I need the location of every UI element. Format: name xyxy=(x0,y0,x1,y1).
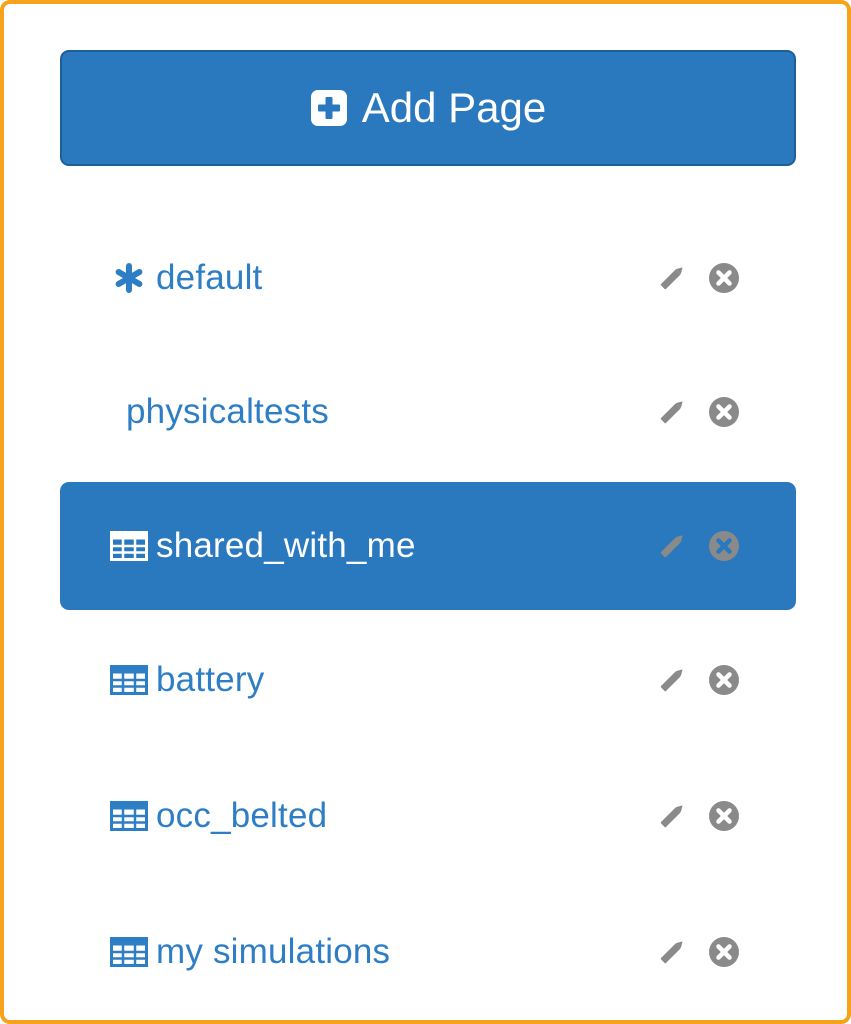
page-item-label: physicaltests xyxy=(126,392,329,431)
page-list-panel: Add Page default physicaltests shared_wi… xyxy=(0,0,851,1024)
page-item-label: occ_belted xyxy=(156,796,328,835)
pencil-icon[interactable] xyxy=(656,800,688,832)
table-icon xyxy=(110,801,148,831)
table-icon xyxy=(110,665,148,695)
asterisk-icon xyxy=(115,263,143,293)
pencil-icon[interactable] xyxy=(656,262,688,294)
page-item-default[interactable]: default xyxy=(60,214,796,342)
add-page-label: Add Page xyxy=(361,84,547,131)
page-item-label: shared_with_me xyxy=(156,526,416,565)
remove-circle-icon[interactable] xyxy=(708,664,740,696)
remove-circle-icon[interactable] xyxy=(708,262,740,294)
pencil-icon[interactable] xyxy=(656,664,688,696)
page-item-label: battery xyxy=(156,660,265,699)
page-item-occ-belted[interactable]: occ_belted xyxy=(60,752,796,880)
plus-square-icon xyxy=(310,90,347,126)
page-item-physicaltests[interactable]: physicaltests xyxy=(60,348,796,476)
page-item-label: my simulations xyxy=(156,932,391,971)
remove-circle-icon[interactable] xyxy=(708,530,740,562)
pencil-icon[interactable] xyxy=(656,396,688,428)
pencil-icon[interactable] xyxy=(656,936,688,968)
remove-circle-icon[interactable] xyxy=(708,936,740,968)
remove-circle-icon[interactable] xyxy=(708,396,740,428)
table-icon xyxy=(110,531,148,561)
page-item-shared-with-me[interactable]: shared_with_me xyxy=(60,482,796,610)
remove-circle-icon[interactable] xyxy=(708,800,740,832)
page-item-label: default xyxy=(156,258,263,297)
page-item-my-simulations[interactable]: my simulations xyxy=(60,888,796,1016)
page-item-battery[interactable]: battery xyxy=(60,616,796,744)
pencil-icon[interactable] xyxy=(656,530,688,562)
add-page-button[interactable]: Add Page xyxy=(60,50,796,166)
table-icon xyxy=(110,937,148,967)
